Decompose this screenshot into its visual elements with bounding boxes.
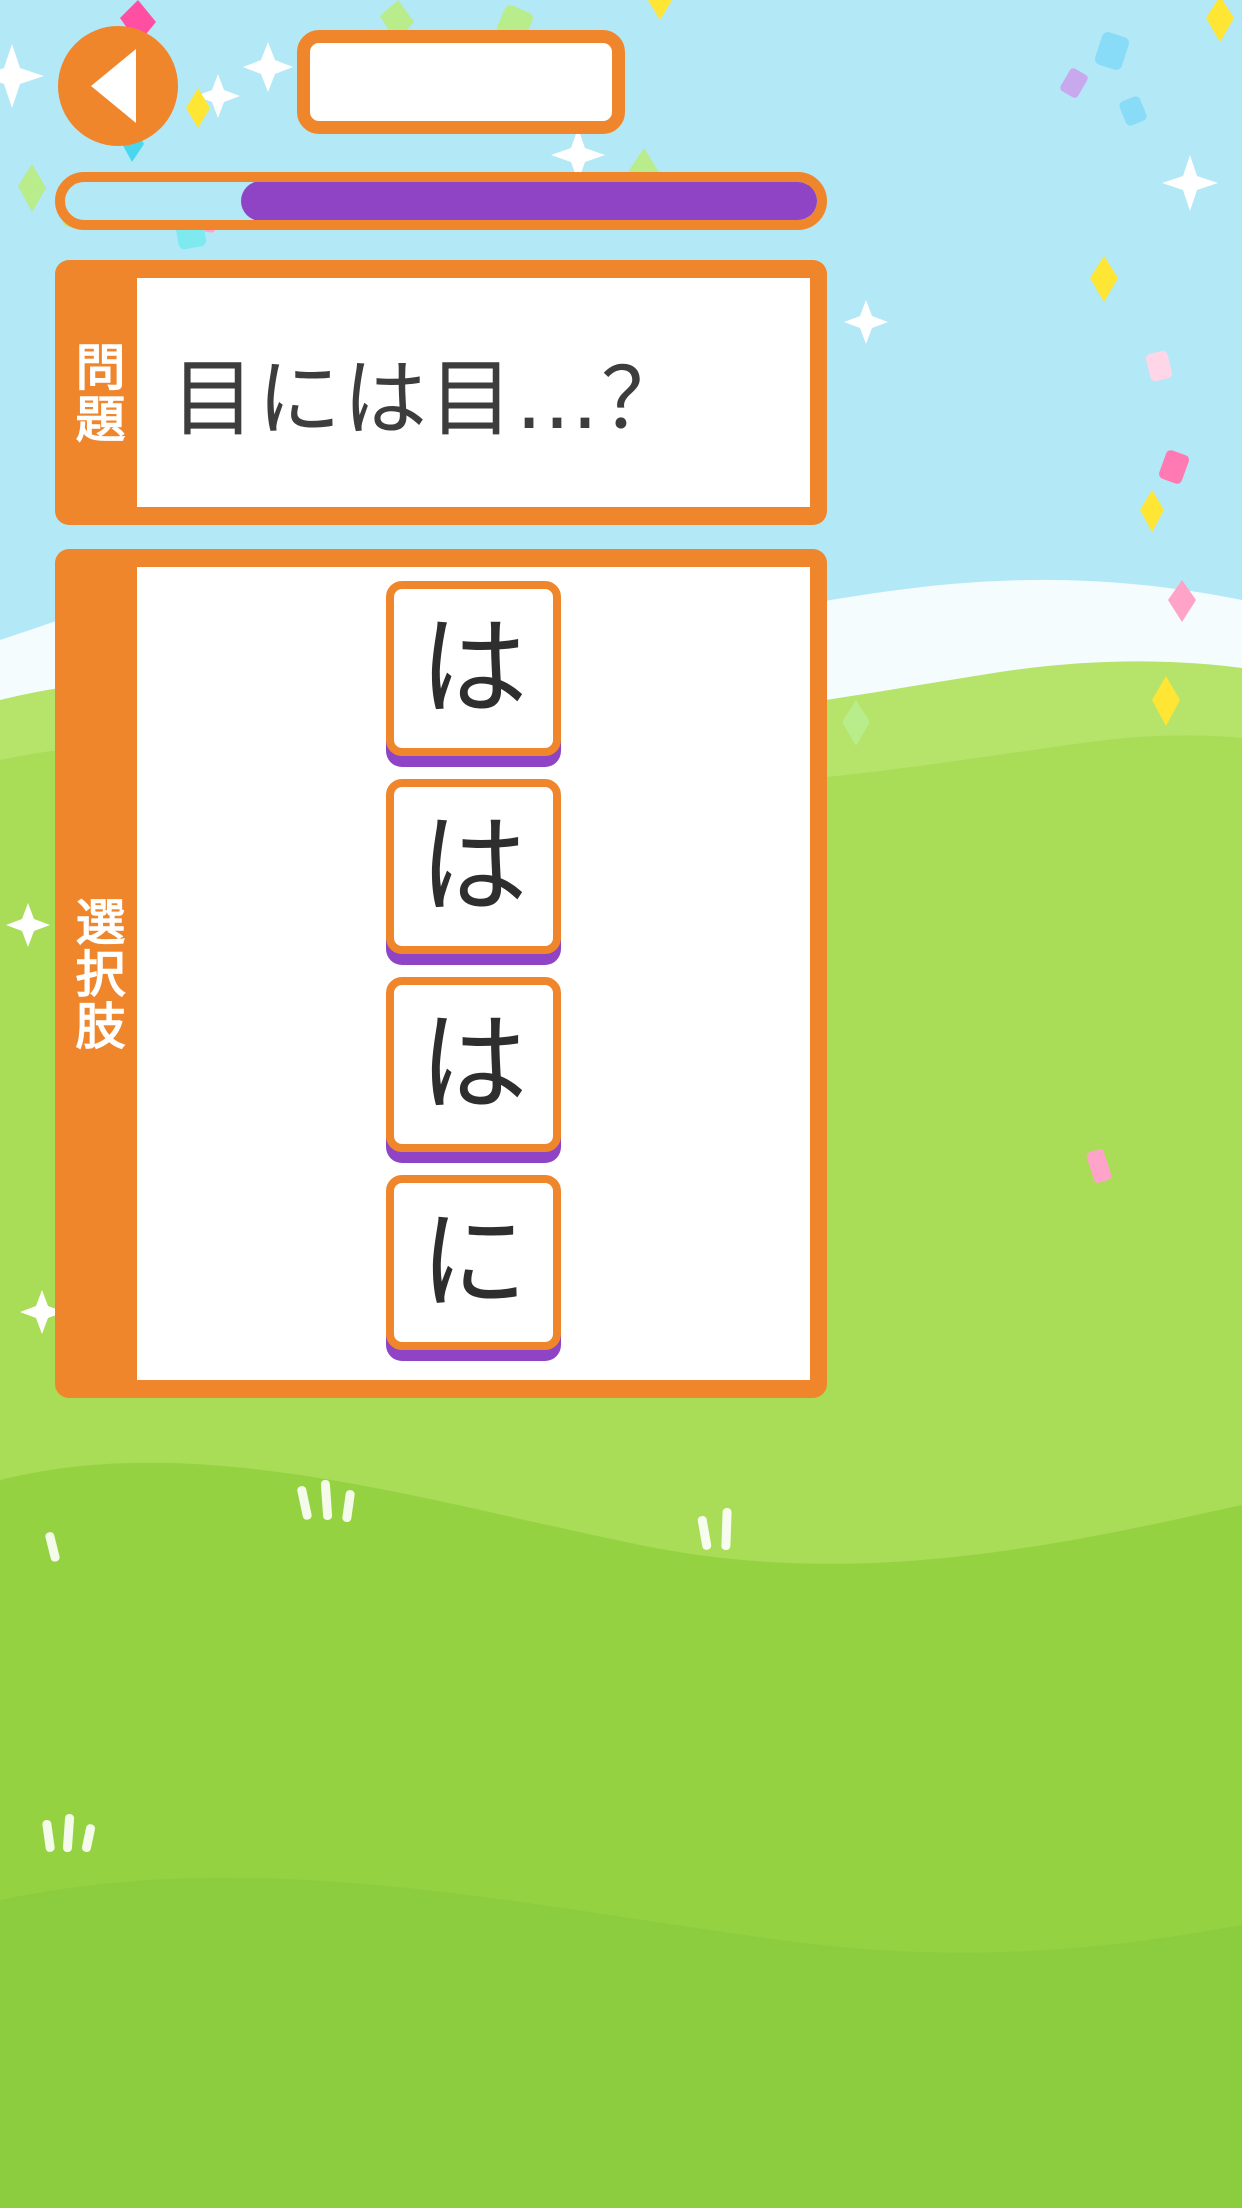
choices-label: 選択肢 (67, 895, 126, 1052)
top-bar (0, 0, 1242, 180)
choice-label: は (419, 1001, 528, 1127)
choice-card[interactable]: は (386, 977, 561, 1152)
choice-card[interactable]: に (386, 1175, 561, 1350)
choices-panel: 選択肢 はははに (55, 549, 827, 1398)
question-label: 問題 (67, 340, 126, 445)
question-panel: 問題 目には目…？ (55, 260, 827, 525)
title-box[interactable] (297, 30, 625, 134)
choice-label: は (419, 605, 528, 731)
progress-bar (55, 172, 827, 230)
title-text (310, 43, 612, 121)
choice-label: は (419, 803, 528, 929)
choice-card[interactable]: は (386, 779, 561, 954)
choice-card[interactable]: は (386, 581, 561, 756)
question-text: 目には目…？ (171, 350, 688, 448)
progress-bar-fill (240, 182, 817, 220)
back-button[interactable] (58, 26, 178, 146)
triangle-left-icon (90, 49, 136, 123)
choice-label: に (419, 1199, 528, 1325)
choices-list: はははに (137, 567, 810, 1380)
question-body: 目には目…？ (137, 278, 810, 507)
